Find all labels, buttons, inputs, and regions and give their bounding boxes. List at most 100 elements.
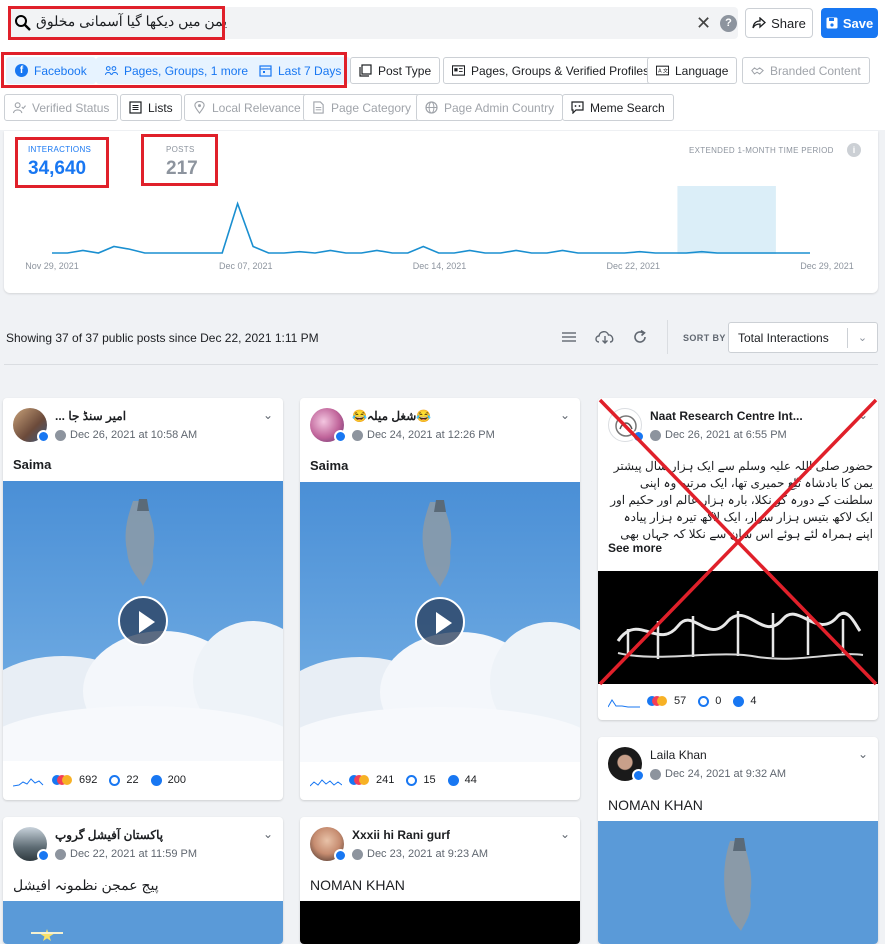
- filter-meme-search[interactable]: Meme Search: [562, 94, 674, 121]
- facebook-icon: [55, 848, 66, 860]
- calendar-icon: [259, 65, 272, 77]
- help-icon[interactable]: ?: [720, 15, 737, 32]
- post-message: Saima: [13, 457, 52, 472]
- video-thumbnail[interactable]: [598, 821, 878, 944]
- video-thumbnail[interactable]: [3, 901, 283, 944]
- filter-language[interactable]: A文 Language: [647, 57, 738, 84]
- post-date[interactable]: Dec 22, 2021 at 11:59 PM: [55, 848, 197, 860]
- top-bar: یمن میں دیکھا گیا آسمانی مخلوق ✕ ? Share…: [0, 0, 885, 46]
- post-card[interactable]: Xxxii hi Rani gurf ⌄ Dec 23, 2021 at 9:2…: [300, 817, 580, 944]
- globe-icon: [425, 101, 438, 114]
- x-tick-label: Dec 22, 2021: [607, 261, 661, 271]
- chevron-down-icon[interactable]: ⌄: [263, 408, 273, 422]
- cloud-download-icon[interactable]: [594, 328, 616, 346]
- search-input[interactable]: یمن میں دیکھا گیا آسمانی مخلوق ✕ ?: [8, 7, 738, 39]
- filter-date-range[interactable]: Last 7 Days: [250, 57, 351, 84]
- location-pin-icon: [194, 101, 205, 114]
- account-name[interactable]: Laila Khan: [650, 748, 707, 762]
- filter-facebook[interactable]: f Facebook: [6, 57, 96, 84]
- shares-count: 200: [167, 774, 186, 786]
- filter-page-category[interactable]: Page Category: [303, 94, 421, 121]
- facebook-icon: [650, 768, 661, 780]
- share-label: Share: [771, 15, 806, 31]
- reactions-count: 241: [376, 774, 395, 786]
- chevron-down-icon[interactable]: ⌄: [560, 827, 570, 841]
- filter-post-type[interactable]: Post Type: [350, 57, 441, 84]
- page-badge-icon: [37, 430, 50, 443]
- list-icon: [129, 101, 142, 114]
- refresh-icon[interactable]: [631, 328, 649, 346]
- facebook-icon: [55, 429, 66, 441]
- chevron-down-icon: ⌄: [847, 328, 877, 348]
- account-name[interactable]: پاکستان آفیشل گروپ: [55, 828, 163, 842]
- post-date[interactable]: Dec 26, 2021 at 10:58 AM: [55, 429, 197, 441]
- comments-count: 15: [423, 774, 436, 786]
- post-date[interactable]: Dec 23, 2021 at 9:23 AM: [352, 848, 488, 860]
- account-name[interactable]: 😂شغل میلہ😂: [352, 409, 431, 423]
- document-icon: [313, 101, 324, 114]
- facebook-icon: f: [15, 64, 28, 77]
- comments-count: 0: [715, 695, 722, 707]
- video-thumbnail[interactable]: [300, 482, 580, 762]
- chevron-down-icon[interactable]: ⌄: [560, 408, 570, 422]
- filter-label: Last 7 Days: [278, 63, 342, 78]
- floppy-disk-icon: [826, 17, 838, 29]
- post-date-text: Dec 23, 2021 at 9:23 AM: [367, 848, 489, 860]
- comments-icon: [698, 695, 710, 707]
- video-thumbnail[interactable]: [300, 901, 580, 944]
- post-metrics: 57 0 4: [608, 694, 757, 708]
- filter-account-types[interactable]: Pages, Groups & Verified Profiles: [443, 57, 659, 84]
- clear-search-icon[interactable]: ✕: [696, 14, 711, 32]
- filter-verified-status[interactable]: Verified Status: [4, 94, 119, 121]
- stats-panel: INTERACTIONS 34,640 POSTS 217 EXTENDED 1…: [4, 131, 878, 293]
- filter-label: Local Relevance: [212, 100, 301, 115]
- list-view-icon[interactable]: [560, 328, 578, 346]
- x-tick-label: Dec 29, 2021: [800, 261, 854, 271]
- filter-label: Page Category: [331, 100, 412, 115]
- reactions-count: 57: [674, 695, 687, 707]
- svg-text:A: A: [658, 69, 662, 75]
- post-card[interactable]: امیر سنڈ جا ... ⌄ Dec 26, 2021 at 10:58 …: [3, 398, 283, 800]
- account-name[interactable]: Xxxii hi Rani gurf: [352, 828, 450, 842]
- post-card[interactable]: 😂شغل میلہ😂 ⌄ Dec 24, 2021 at 12:26 PM Sa…: [300, 398, 580, 800]
- filter-sources[interactable]: Pages, Groups, 1 more: [96, 57, 258, 84]
- extended-period-highlight: [677, 186, 776, 254]
- filter-label: Branded Content: [770, 63, 861, 78]
- post-date[interactable]: Dec 24, 2021 at 9:32 AM: [650, 768, 786, 780]
- chevron-down-icon[interactable]: ⌄: [858, 747, 868, 761]
- share-button[interactable]: Share: [745, 8, 813, 38]
- filter-lists[interactable]: Lists: [120, 94, 182, 121]
- play-icon[interactable]: [415, 597, 465, 647]
- reactions-icon: [647, 696, 667, 706]
- comments-icon: [109, 774, 121, 786]
- sort-select[interactable]: Total Interactions ⌄: [728, 322, 878, 353]
- post-metrics: 692 22 200: [13, 773, 186, 787]
- sky-image: [3, 901, 283, 944]
- filter-branded-content[interactable]: Branded Content: [742, 57, 870, 84]
- play-icon[interactable]: [118, 596, 168, 646]
- filter-page-admin-country[interactable]: Page Admin Country: [416, 94, 564, 121]
- x-tick-label: Dec 07, 2021: [219, 261, 273, 271]
- page-badge-icon: [37, 849, 50, 862]
- sky-figure-image: [598, 821, 878, 944]
- search-icon: [15, 15, 31, 31]
- handshake-icon: [751, 67, 764, 75]
- save-button[interactable]: Save: [821, 8, 878, 38]
- filter-local-relevance[interactable]: Local Relevance: [184, 94, 310, 121]
- video-thumbnail[interactable]: [3, 481, 283, 761]
- sort-value: Total Interactions: [738, 330, 829, 345]
- post-message: NOMAN KHAN: [608, 797, 703, 813]
- cross-out-annotation: [598, 398, 878, 686]
- post-date[interactable]: Dec 24, 2021 at 12:26 PM: [352, 429, 495, 441]
- post-card[interactable]: Laila Khan ⌄ Dec 24, 2021 at 9:32 AM NOM…: [598, 737, 878, 944]
- reactions-icon: [52, 775, 72, 785]
- chevron-down-icon[interactable]: ⌄: [263, 827, 273, 841]
- post-card[interactable]: پاکستان آفیشل گروپ ⌄ Dec 22, 2021 at 11:…: [3, 817, 283, 944]
- save-label: Save: [842, 15, 874, 31]
- reactions-count: 692: [79, 774, 98, 786]
- verified-user-icon: [13, 102, 26, 114]
- account-name[interactable]: امیر سنڈ جا ...: [55, 409, 126, 423]
- facebook-icon: [352, 429, 363, 441]
- people-icon: [105, 66, 118, 76]
- x-tick-label: Dec 14, 2021: [413, 261, 467, 271]
